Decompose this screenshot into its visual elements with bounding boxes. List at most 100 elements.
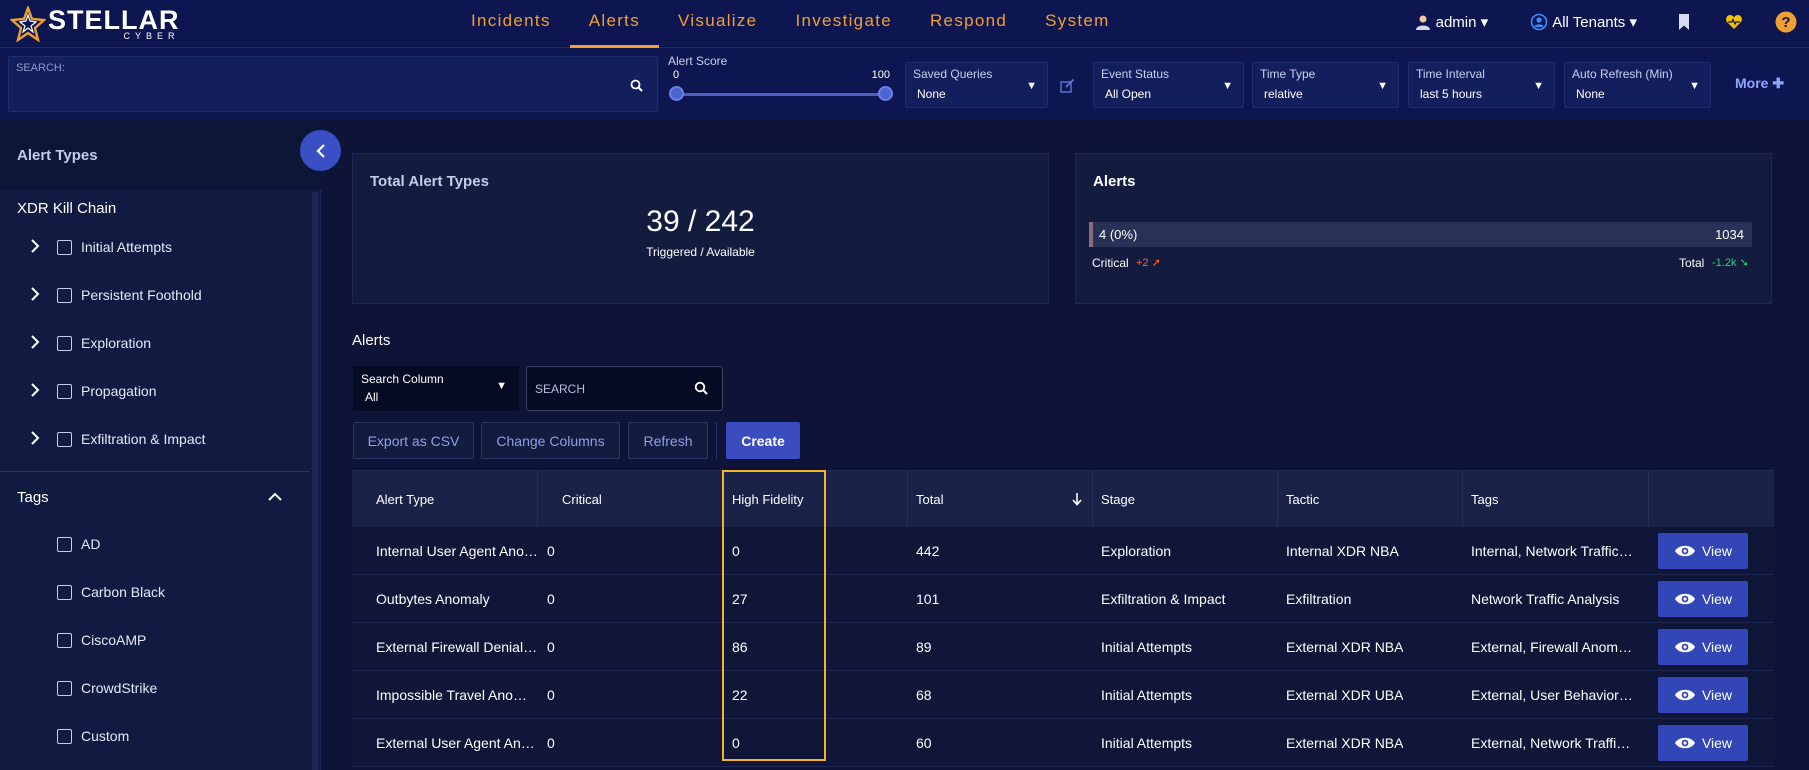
table-search-input[interactable] <box>535 379 685 399</box>
create-button[interactable]: Create <box>726 422 800 459</box>
checkbox[interactable] <box>57 335 72 351</box>
view-button[interactable]: View <box>1658 725 1748 761</box>
kill-chain-item[interactable]: Propagation <box>0 367 310 415</box>
saved-queries-dropdown[interactable]: Saved Queries None ▼ <box>905 62 1048 108</box>
bookmark-icon[interactable] <box>1675 13 1693 31</box>
table-row[interactable]: Internal User Agent Anomaly 0 0 442 Expl… <box>352 527 1774 575</box>
table-row[interactable]: Outbytes Anomaly 0 27 101 Exfiltration &… <box>352 575 1774 623</box>
collapse-sidebar-button[interactable] <box>300 130 341 171</box>
checkbox[interactable] <box>57 584 72 600</box>
checkbox[interactable] <box>57 239 72 255</box>
view-button[interactable]: View <box>1658 581 1748 617</box>
time-interval-dropdown[interactable]: Time Interval last 5 hours ▼ <box>1408 62 1555 108</box>
slider-max-handle[interactable] <box>878 86 893 101</box>
table-row[interactable]: External User Agent Anomaly 0 0 60 Initi… <box>352 719 1774 767</box>
slider-track[interactable] <box>676 93 886 96</box>
cell-total: 101 <box>908 575 1093 623</box>
column-header-total[interactable]: Total <box>908 471 1093 528</box>
slider-min-handle[interactable] <box>669 86 684 101</box>
tag-item[interactable]: Custom <box>0 712 310 760</box>
column-label: Alert Type <box>376 492 435 507</box>
chevron-right-icon[interactable] <box>30 383 40 397</box>
health-heart-icon[interactable] <box>1725 13 1743 31</box>
kill-chain-item[interactable]: Persistent Foothold <box>0 271 310 319</box>
cell-alert-type[interactable]: Impossible Travel Anomaly <box>352 671 538 719</box>
nav-alerts[interactable]: Alerts <box>569 0 660 48</box>
kill-chain-item[interactable]: Initial Attempts <box>0 223 310 271</box>
export-csv-button[interactable]: Export as CSV <box>353 422 474 459</box>
checkbox[interactable] <box>57 536 72 552</box>
view-label: View <box>1701 687 1733 703</box>
table-row[interactable]: Impossible Travel Anomaly 0 22 68 Initia… <box>352 671 1774 719</box>
chevron-right-icon[interactable] <box>30 239 40 253</box>
chevron-up-icon[interactable] <box>268 492 282 502</box>
chevron-down-icon: ▼ <box>1026 80 1037 92</box>
nav-system[interactable]: System <box>1026 0 1128 48</box>
cell-alert-type[interactable]: External User Agent Anomaly <box>352 719 538 767</box>
sort-down-arrow-icon[interactable] <box>1072 492 1082 506</box>
checkbox[interactable] <box>57 680 72 696</box>
column-header-high-fidelity[interactable]: High Fidelity <box>723 471 908 528</box>
cell-alert-type[interactable]: Outbytes Anomaly <box>352 575 538 623</box>
chevron-right-icon[interactable] <box>30 431 40 445</box>
global-search-input[interactable]: SEARCH: <box>8 56 658 112</box>
cell-tags: External, Network Traffic Analysis <box>1463 719 1633 767</box>
tag-item[interactable]: Carbon Black <box>0 568 310 616</box>
tag-item[interactable]: CrowdStrike <box>0 664 310 712</box>
checkbox[interactable] <box>57 632 72 648</box>
event-status-dropdown[interactable]: Event Status All Open ▼ <box>1093 62 1244 108</box>
cell-stage: Exploration <box>1093 527 1278 575</box>
column-header-stage[interactable]: Stage <box>1093 471 1278 528</box>
chevron-right-icon[interactable] <box>30 287 40 301</box>
time-type-dropdown[interactable]: Time Type relative ▼ <box>1252 62 1399 108</box>
tag-label: CrowdStrike <box>81 680 158 696</box>
view-button[interactable]: View <box>1658 677 1748 713</box>
cell-total: 60 <box>908 719 1093 767</box>
column-header-tags[interactable]: Tags <box>1463 471 1649 528</box>
column-header-critical[interactable]: Critical <box>538 471 723 528</box>
change-columns-button[interactable]: Change Columns <box>481 422 620 459</box>
search-column-label: Search Column <box>361 372 444 386</box>
more-label: More <box>1735 75 1769 91</box>
tag-item[interactable]: CiscoAMP <box>0 616 310 664</box>
nav-incidents[interactable]: Incidents <box>452 0 570 48</box>
edit-query-icon[interactable] <box>1060 79 1075 93</box>
refresh-button[interactable]: Refresh <box>628 422 708 459</box>
table-row[interactable]: External Firewall Denial Anomaly 0 86 89… <box>352 623 1774 671</box>
checkbox[interactable] <box>57 728 72 744</box>
cell-text: External XDR UBA <box>1286 687 1404 703</box>
table-search[interactable] <box>526 366 723 411</box>
sidebar-header: Alert Types <box>0 122 321 190</box>
cell-alert-type[interactable]: External Firewall Denial Anomaly <box>352 623 538 671</box>
tag-item[interactable]: AD <box>0 520 310 568</box>
view-button[interactable]: View <box>1658 533 1748 569</box>
user-menu[interactable]: admin ▾ <box>1414 13 1488 31</box>
cell-high-fidelity: 86 <box>723 623 908 671</box>
view-button[interactable]: View <box>1658 629 1748 665</box>
alert-types-sidebar: Alert Types XDR Kill Chain Initial Attem… <box>0 122 321 770</box>
column-header-tactic[interactable]: Tactic <box>1278 471 1463 528</box>
nav-investigate[interactable]: Investigate <box>776 0 911 48</box>
nav-visualize[interactable]: Visualize <box>659 0 776 48</box>
search-icon[interactable] <box>694 381 708 395</box>
checkbox[interactable] <box>57 431 72 447</box>
chevron-right-icon[interactable] <box>30 335 40 349</box>
help-icon[interactable]: ? <box>1775 11 1797 33</box>
alert-score-slider[interactable]: Alert Score 0 100 <box>668 54 894 110</box>
checkbox[interactable] <box>57 383 72 399</box>
kill-chain-item[interactable]: Exfiltration & Impact <box>0 415 310 463</box>
search-icon[interactable] <box>630 79 643 92</box>
tenant-selector[interactable]: All Tenants ▾ <box>1530 13 1637 31</box>
more-filters-button[interactable]: More ✚ <box>1735 75 1784 92</box>
column-header-alert-type[interactable]: Alert Type <box>352 471 538 528</box>
cell-alert-type[interactable]: Internal User Agent Anomaly <box>352 527 538 575</box>
sidebar-scrollbar[interactable] <box>312 192 318 770</box>
search-column-dropdown[interactable]: Search Column All ▼ <box>353 366 519 411</box>
stellar-cyber-logo[interactable]: STELLAR CYBER <box>10 6 180 42</box>
checkbox[interactable] <box>57 287 72 303</box>
critical-delta: +2 ➚ <box>1136 256 1161 269</box>
nav-respond[interactable]: Respond <box>911 0 1026 48</box>
auto-refresh-dropdown[interactable]: Auto Refresh (Min) None ▼ <box>1564 62 1711 108</box>
divider <box>716 422 717 459</box>
kill-chain-item[interactable]: Exploration <box>0 319 310 367</box>
